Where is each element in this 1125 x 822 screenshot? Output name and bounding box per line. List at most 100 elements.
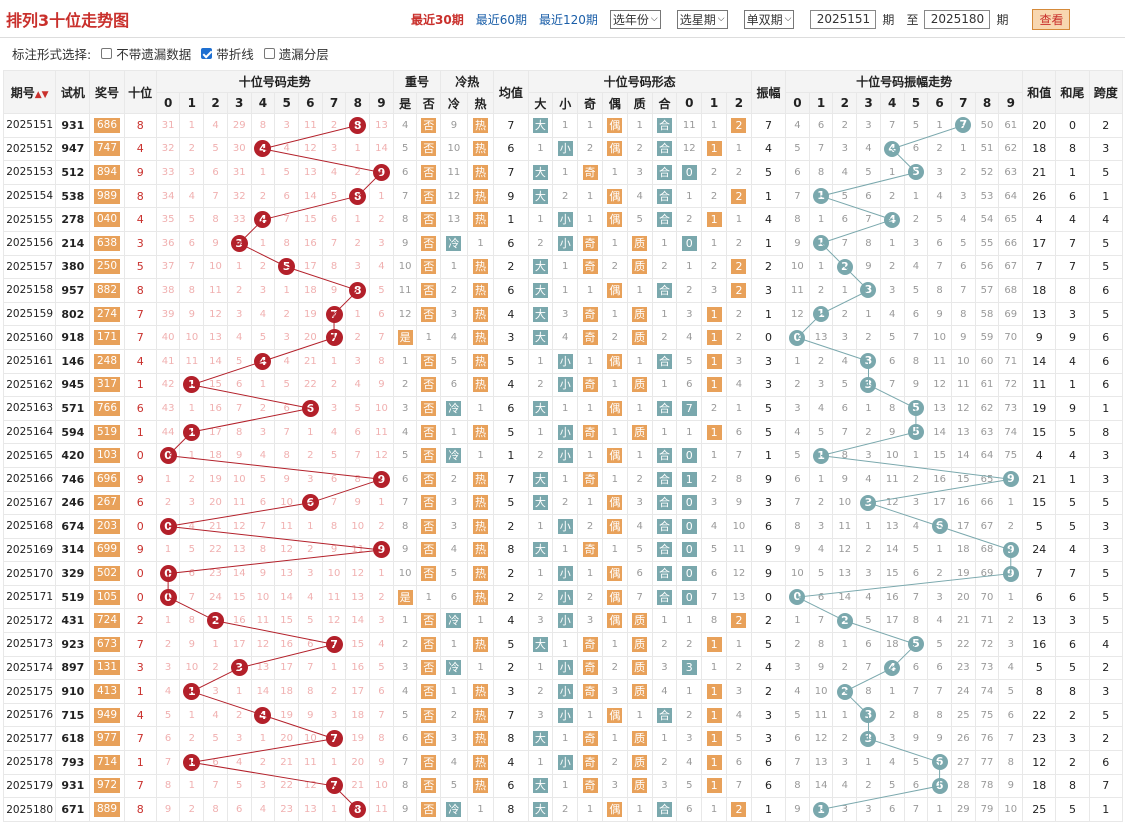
nav-recent-60[interactable]: 最近60期 [476, 11, 527, 28]
checkbox-checked-icon[interactable] [201, 48, 213, 59]
amp-cell-miss: 68 [998, 278, 1024, 303]
shape-cell: 2 [527, 443, 554, 468]
col-hotcold: 冷热 [440, 70, 495, 93]
amp-cell: 4 [750, 207, 787, 232]
shape-mod-cell: 6 [676, 372, 703, 398]
trend-cell-miss: 12 [203, 301, 228, 327]
amp-cell-miss: 4 [927, 608, 952, 634]
issue-cell: 2025162 [2, 372, 57, 398]
shape-sub-5: 合 [651, 92, 678, 114]
year-select[interactable]: 选年份 ⌵ [609, 9, 661, 29]
amp-cell: 6 [750, 514, 787, 539]
nav-recent-30[interactable]: 最近30期 [411, 11, 464, 28]
shape-cell: 小 [552, 561, 579, 586]
trend-cell-miss: 16 [297, 230, 323, 256]
trend-cell-miss: 7 [274, 419, 299, 445]
option-no-miss[interactable]: 不带遗漏数据 [101, 44, 191, 63]
sort-icon[interactable]: ▲▼ [35, 90, 49, 100]
tens-cell: 9 [123, 466, 157, 492]
amp-cell-miss: 2 [808, 278, 834, 303]
table-row: 2025155 278 040 4 35 5 8 33 4 7 15 6 1 2 8 否 13 热 1 1 小 1 偶 5 合 2… [2, 207, 1124, 232]
shape-cell: 3 [601, 679, 628, 704]
amp-cell: 1 [750, 230, 787, 256]
option-miss-layer[interactable]: 遗漏分层 [263, 44, 329, 63]
nav-recent-120[interactable]: 最近120期 [539, 11, 598, 28]
tail-cell: 3 [1055, 608, 1090, 634]
amp-cell-miss: 11 [808, 702, 834, 728]
trend-cell-miss: 7 [345, 443, 371, 468]
week-select[interactable]: 选星期 ⌵ [676, 9, 728, 29]
shape-mod-cell: 2 [726, 655, 752, 681]
trend-cell-miss: 1 [179, 396, 205, 421]
amp-cell-hit: 1 [808, 797, 834, 822]
trend-cell-hit: 1 [179, 679, 205, 704]
amp-digit-1: 1 [808, 92, 834, 114]
amp-cell-miss: 2 [903, 207, 929, 232]
shape-mod-cell: 1 [726, 396, 752, 421]
trend-cell-miss: 41 [155, 348, 181, 374]
trend-cell-miss: 17 [345, 679, 371, 704]
span-cell: 5 [1088, 584, 1124, 610]
amp-cell-hit: 3 [856, 348, 881, 374]
trial-cell: 594 [55, 419, 91, 445]
checkbox-icon[interactable] [101, 48, 113, 59]
amp-cell-miss: 11 [832, 514, 858, 539]
amp-cell-miss: 7 [998, 726, 1024, 752]
trend-cell-hit: 3 [226, 230, 252, 256]
chevron-down-icon: ⌵ [784, 14, 792, 24]
hotcold-cell: 3 [440, 301, 468, 327]
trend-cell-miss: 3 [250, 419, 276, 445]
query-button[interactable]: 查看 [1032, 8, 1071, 30]
trend-cell-miss: 35 [155, 207, 181, 232]
to-issue-input[interactable]: 2025180 [924, 9, 991, 29]
tens-cell: 0 [123, 584, 157, 610]
shape-cell: 质 [626, 230, 653, 256]
from-issue-input[interactable]: 2025151 [810, 9, 877, 29]
tail-cell: 5 [1055, 419, 1090, 445]
shape-mod-cell: 12 [676, 136, 703, 162]
amp-cell-miss: 2 [998, 608, 1024, 634]
hotcold-cell: 1 [440, 419, 468, 445]
amp-ball: 5 [907, 636, 924, 653]
shape-mod-cell: 3 [676, 655, 703, 681]
amp-cell-miss: 65 [998, 207, 1024, 232]
option-polyline[interactable]: 带折线 [201, 44, 254, 63]
amp-cell: 3 [750, 348, 787, 374]
issue-unit-label: 期 [882, 12, 895, 27]
amp-cell-miss: 65 [974, 466, 1000, 492]
shape-cell: 1 [651, 419, 678, 445]
prize-badge: 103 [94, 448, 121, 464]
amp-cell-miss: 9 [927, 726, 952, 752]
shape-cell: 2 [601, 254, 628, 280]
trial-cell: 214 [55, 230, 91, 256]
amp-cell-miss: 4 [832, 773, 858, 799]
amp-cell-miss: 14 [808, 773, 834, 799]
trend-cell-miss: 20 [274, 726, 299, 752]
shape-cell: 大 [527, 160, 554, 185]
shape-cell: 质 [626, 372, 653, 398]
amp-cell-miss: 28 [950, 773, 976, 799]
amp-cell-miss: 4 [856, 466, 881, 492]
shape-mod-cell: 1 [676, 183, 703, 209]
shape-cell: 1 [651, 230, 678, 256]
amp-cell: 1 [750, 183, 787, 209]
sum-cell: 25 [1022, 797, 1057, 822]
tail-cell: 0 [1055, 113, 1090, 138]
shape-sub-3: 偶 [601, 92, 628, 114]
checkbox-icon[interactable] [263, 48, 275, 59]
tail-cell: 4 [1055, 348, 1090, 374]
trend-cell-miss: 12 [297, 773, 323, 799]
col-amp-trend: 十位号码振幅走势 [785, 70, 1024, 93]
trend-cell-miss: 12 [226, 514, 252, 539]
amp-cell-miss: 26 [950, 726, 976, 752]
shape-cell: 1 [527, 207, 554, 232]
oddeven-select[interactable]: 单双期 ⌵ [743, 9, 795, 29]
trend-cell-hit: 5 [274, 254, 299, 280]
trend-ball: 8 [349, 116, 367, 134]
shape-mod-cell: 0 [676, 537, 703, 563]
col-issue[interactable]: 期号▲▼ [2, 70, 57, 114]
amp-digit-2: 2 [832, 92, 858, 114]
shape-mod-cell: 1 [701, 230, 728, 256]
trend-cell-miss: 9 [321, 278, 347, 303]
amp-cell-miss: 1 [832, 702, 858, 728]
